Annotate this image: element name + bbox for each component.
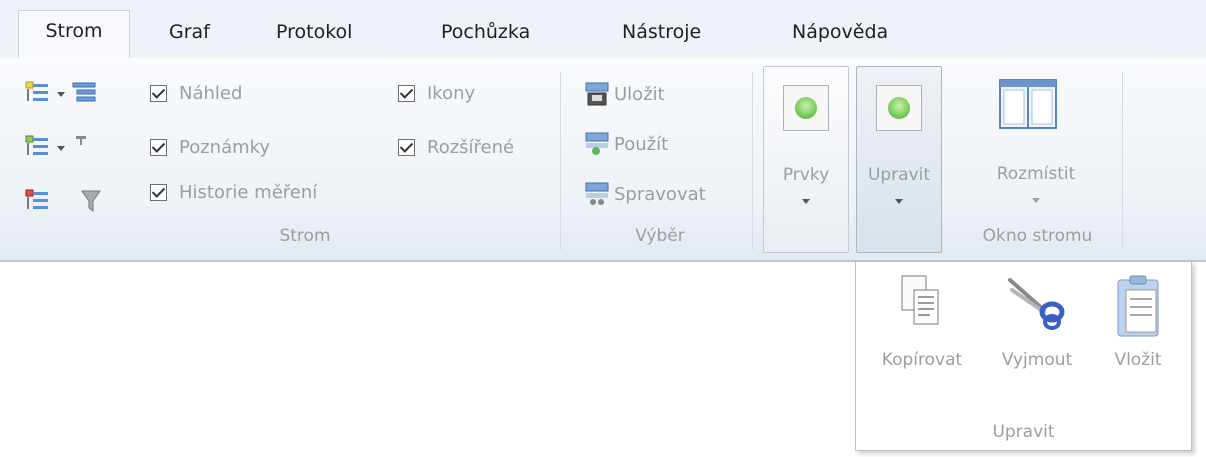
rozmistit-button[interactable]: Rozmístit	[960, 66, 1112, 216]
vyber-spravovat-button[interactable]: Spravovat	[585, 182, 706, 206]
apply-selection-icon	[585, 132, 609, 155]
tree-list-icon[interactable]	[71, 80, 97, 106]
checkbox-rozsirene-label: Rozšířené	[427, 137, 515, 158]
kopirovat-label: Kopírovat	[881, 350, 963, 370]
upravit-label: Upravit	[867, 165, 931, 185]
checkbox-poznamky[interactable]: Poznámky	[150, 137, 270, 158]
tab-pochuzka[interactable]: Pochůzka	[437, 12, 534, 58]
vyber-pouzit-button[interactable]: Použít	[585, 132, 668, 156]
green-light-icon	[783, 85, 829, 131]
group-label-okno-stromu: Okno stromu	[982, 226, 1093, 246]
filter-icon[interactable]	[80, 188, 102, 214]
manage-selection-icon	[585, 182, 609, 205]
upravit-button[interactable]: Upravit	[856, 66, 942, 253]
tab-strom[interactable]: Strom	[18, 10, 130, 59]
vlozit-button[interactable]: Vložit	[1092, 268, 1184, 378]
rozmistit-dropdown-arrow	[1032, 198, 1040, 203]
checkbox-ikony-box[interactable]	[398, 85, 415, 102]
checkbox-historie-mereni-box[interactable]	[150, 184, 167, 201]
copy-icon	[901, 275, 939, 325]
checkbox-ikony-label: Ikony	[427, 83, 476, 104]
vyber-spravovat-label: Spravovat	[614, 183, 706, 205]
vyber-ulozit-button[interactable]: Uložit	[585, 82, 665, 106]
tab-graf[interactable]: Graf	[165, 12, 214, 58]
upravit-dropdown-arrow	[895, 199, 903, 204]
prvky-dropdown-arrow	[802, 199, 810, 204]
tree-expand-dropdown-arrow[interactable]	[57, 92, 65, 97]
group-separator	[560, 72, 561, 250]
green-light-icon	[876, 85, 922, 131]
checkbox-nahled-box[interactable]	[150, 85, 167, 102]
filter-small-icon[interactable]	[74, 134, 90, 148]
checkbox-nahled[interactable]: Náhled	[150, 83, 242, 104]
paste-icon	[1117, 275, 1159, 337]
prvky-button[interactable]: Prvky	[763, 66, 849, 253]
vyber-pouzit-label: Použít	[614, 133, 669, 155]
tab-protokol[interactable]: Protokol	[272, 12, 356, 58]
vlozit-label: Vložit	[1114, 350, 1162, 370]
checkbox-historie-mereni-label: Historie měření	[179, 182, 318, 203]
checkbox-poznamky-label: Poznámky	[179, 137, 271, 158]
scissors-icon	[1008, 278, 1065, 330]
group-label-vyber: Výběr	[635, 226, 685, 246]
rozmistit-label: Rozmístit	[996, 164, 1076, 184]
checkbox-ikony[interactable]: Ikony	[398, 83, 475, 104]
tree-collapse-icon[interactable]	[24, 134, 50, 160]
checkbox-rozsirene[interactable]: Rozšířené	[398, 137, 514, 158]
kopirovat-button[interactable]: Kopírovat	[864, 268, 980, 378]
tab-napoveda[interactable]: Nápověda	[788, 12, 892, 58]
group-separator	[752, 72, 753, 250]
ribbon: Náhled Poznámky Historie měření Ikony Ro…	[0, 58, 1206, 262]
checkbox-poznamky-box[interactable]	[150, 139, 167, 156]
upravit-dropdown-panel: Kopírovat Vyjmout Vložit Upravit	[855, 261, 1192, 451]
checkbox-historie-mereni[interactable]: Historie měření	[150, 182, 317, 203]
checkbox-rozsirene-box[interactable]	[398, 139, 415, 156]
vyjmout-button[interactable]: Vyjmout	[984, 268, 1090, 378]
group-label-strom: Strom	[279, 226, 331, 246]
ribbon-tab-bar: Strom Graf Protokol Pochůzka Nástroje Ná…	[0, 0, 1206, 59]
vyjmout-label: Vyjmout	[1001, 350, 1073, 370]
tree-collapse-dropdown-arrow[interactable]	[57, 146, 65, 151]
tab-nastroje[interactable]: Nástroje	[618, 12, 705, 58]
split-window-icon	[999, 79, 1057, 129]
checkbox-nahled-label: Náhled	[179, 83, 243, 104]
prvky-label: Prvky	[782, 165, 830, 185]
vyber-ulozit-label: Uložit	[614, 83, 665, 105]
tree-highlight-icon[interactable]	[24, 188, 50, 214]
group-separator	[1122, 72, 1123, 250]
dropdown-group-label: Upravit	[992, 422, 1055, 442]
tree-expand-icon[interactable]	[24, 80, 50, 106]
save-selection-icon	[585, 82, 609, 106]
